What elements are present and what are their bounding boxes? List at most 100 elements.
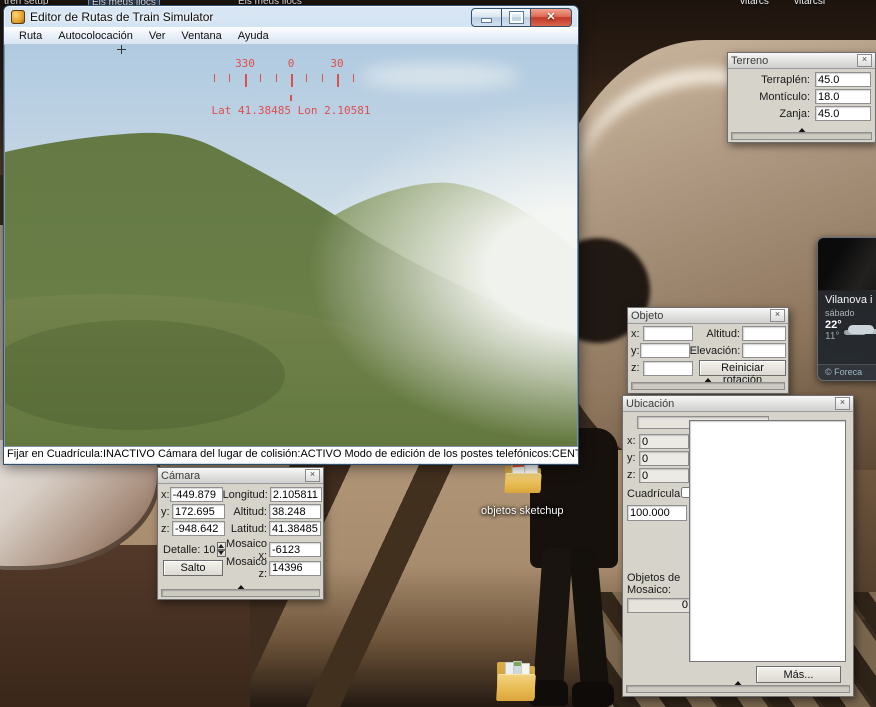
ubicacion-titlebar[interactable]: Ubicación ×: [623, 396, 853, 412]
spin-up-icon[interactable]: [217, 542, 226, 550]
weather-gadget[interactable]: Vilanova i sábado 22° 11° © Foreca: [817, 237, 876, 381]
menu-ayuda[interactable]: Ayuda: [231, 29, 276, 43]
weather-city: Vilanova i: [818, 291, 876, 307]
menu-ventana[interactable]: Ventana: [174, 29, 228, 43]
camara-x-label: x:: [158, 489, 170, 501]
camara-z-label: z:: [158, 523, 172, 535]
terreno-panel: Terreno × Terraplén: Montículo: Zanja:: [727, 52, 876, 143]
mosaico-x-field[interactable]: [269, 542, 321, 557]
grid-size-field[interactable]: [627, 505, 687, 521]
ubicacion-listbox[interactable]: [689, 420, 846, 662]
close-button[interactable]: ✕: [531, 8, 572, 27]
longitud-field[interactable]: [270, 487, 322, 502]
ubicacion-y-field[interactable]: [639, 451, 689, 466]
close-icon: ✕: [546, 12, 555, 23]
camara-collapse-bar[interactable]: [161, 589, 320, 597]
objeto-collapse-bar[interactable]: [631, 382, 785, 390]
objeto-panel: Objeto × x: Altitud: y: Elevación: z: Re…: [627, 307, 789, 394]
compass-label-0: 0: [288, 57, 295, 70]
menu-ruta[interactable]: Ruta: [12, 29, 49, 43]
ubicacion-x-field[interactable]: [639, 434, 689, 449]
compass-label-30: 30: [330, 57, 343, 70]
camara-y-field[interactable]: [172, 504, 225, 519]
desktop-icon-label[interactable]: vitarcs: [740, 0, 769, 7]
window-title: Editor de Rutas de Train Simulator: [30, 10, 213, 24]
maximize-button[interactable]: [502, 8, 531, 27]
status-bar: Fijar en Cuadrícula:INACTIVO Cámara del …: [4, 446, 578, 463]
objeto-x-field[interactable]: [643, 326, 693, 341]
mosaico-z-label: Mosaico z:: [223, 556, 269, 580]
terreno-collapse-bar[interactable]: [731, 132, 872, 140]
camara-z-field[interactable]: [172, 521, 225, 536]
latitud-label: Latitud:: [225, 523, 269, 535]
menu-ver[interactable]: Ver: [142, 29, 173, 43]
viewport-3d[interactable]: 330 0 30 Lat 41.38485 Lon 2.10581: [4, 45, 578, 446]
mas-button[interactable]: Más...: [756, 666, 841, 683]
lat-lon-readout: Lat 41.38485 Lon 2.10581: [212, 104, 371, 117]
cuadricula-label: Cuadrícula:: [627, 488, 683, 500]
objetos-mosaico-label-2: Mosaico:: [627, 584, 671, 596]
zanja-label: Zanja:: [728, 108, 815, 120]
minimize-icon: [481, 18, 492, 23]
salto-button[interactable]: Salto: [163, 560, 223, 576]
latitud-field[interactable]: [269, 521, 321, 536]
app-icon: [11, 10, 25, 24]
close-icon[interactable]: ×: [857, 54, 872, 67]
titlebar[interactable]: Editor de Rutas de Train Simulator ✕: [4, 6, 578, 27]
close-icon[interactable]: ×: [305, 469, 320, 482]
close-icon[interactable]: ×: [770, 309, 785, 322]
camara-panel: Cámara × x: Longitud: y: Altitud: z: Lat…: [157, 467, 324, 600]
objeto-x-label: x:: [628, 328, 643, 340]
detalle-value: 10: [200, 544, 215, 556]
objeto-title: Objeto: [631, 310, 770, 322]
camara-titlebar[interactable]: Cámara ×: [158, 468, 323, 484]
weather-webcam-image: [818, 238, 876, 291]
objeto-titlebar[interactable]: Objeto ×: [628, 308, 788, 324]
ubicacion-collapse-bar[interactable]: [626, 685, 850, 693]
camara-y-label: y:: [158, 506, 172, 518]
mosaico-z-field[interactable]: [269, 561, 321, 576]
altitud-label: Altitud:: [225, 506, 269, 518]
ubicacion-x-label: x:: [627, 435, 636, 447]
cloud-icon: [848, 325, 874, 334]
objeto-y-label: y:: [628, 345, 640, 357]
folder-label-objetos-sketchup[interactable]: objetos sketchup: [481, 505, 564, 517]
longitud-label: Longitud:: [223, 489, 270, 501]
objeto-y-field[interactable]: [640, 343, 690, 358]
altitud-field[interactable]: [269, 504, 321, 519]
crosshair-cursor: [117, 45, 126, 54]
altitud-label: Altitud:: [693, 328, 742, 340]
objeto-z-label: z:: [628, 362, 643, 374]
terraplen-field[interactable]: [815, 72, 871, 87]
desktop-icon-label[interactable]: vitarcsi: [794, 0, 825, 7]
altitud-field[interactable]: [742, 326, 786, 341]
menu-autocolocacion[interactable]: Autocolocación: [51, 29, 140, 43]
monticulo-field[interactable]: [815, 89, 871, 104]
folder-icon-bottom[interactable]: [497, 655, 535, 701]
monticulo-label: Montículo:: [728, 91, 815, 103]
ubicacion-z-field[interactable]: [639, 468, 689, 483]
objetos-mosaico-label-1: Objetos de: [627, 572, 680, 584]
camara-title: Cámara: [161, 470, 305, 482]
ubicacion-z-label: z:: [627, 469, 636, 481]
ubicacion-title: Ubicación: [626, 398, 835, 410]
camara-x-field[interactable]: [170, 487, 223, 502]
close-icon[interactable]: ×: [835, 397, 850, 410]
weather-credit: © Foreca: [818, 364, 876, 380]
zanja-field[interactable]: [815, 106, 871, 121]
compass-center-tick: [290, 95, 292, 101]
elevacion-field[interactable]: [742, 343, 786, 358]
objeto-z-field[interactable]: [643, 361, 693, 376]
minimize-button[interactable]: [471, 8, 502, 27]
objetos-mosaico-count: 0: [627, 598, 691, 613]
folder-icon-objetos-sketchup[interactable]: [505, 461, 541, 493]
maximize-icon: [510, 12, 523, 23]
ubicacion-panel: Ubicación × x: y: z: Cuadrícula: Objetos…: [622, 395, 854, 697]
terreno-titlebar[interactable]: Terreno ×: [728, 53, 875, 69]
detalle-spinner[interactable]: [217, 542, 226, 557]
main-window: Editor de Rutas de Train Simulator ✕ Rut…: [3, 5, 579, 465]
reiniciar-rotacion-button[interactable]: Reiniciar rotación: [699, 360, 786, 376]
weather-day: sábado: [818, 307, 876, 319]
detalle-label: Detalle:: [158, 544, 200, 556]
elevacion-label: Elevación:: [690, 345, 743, 357]
